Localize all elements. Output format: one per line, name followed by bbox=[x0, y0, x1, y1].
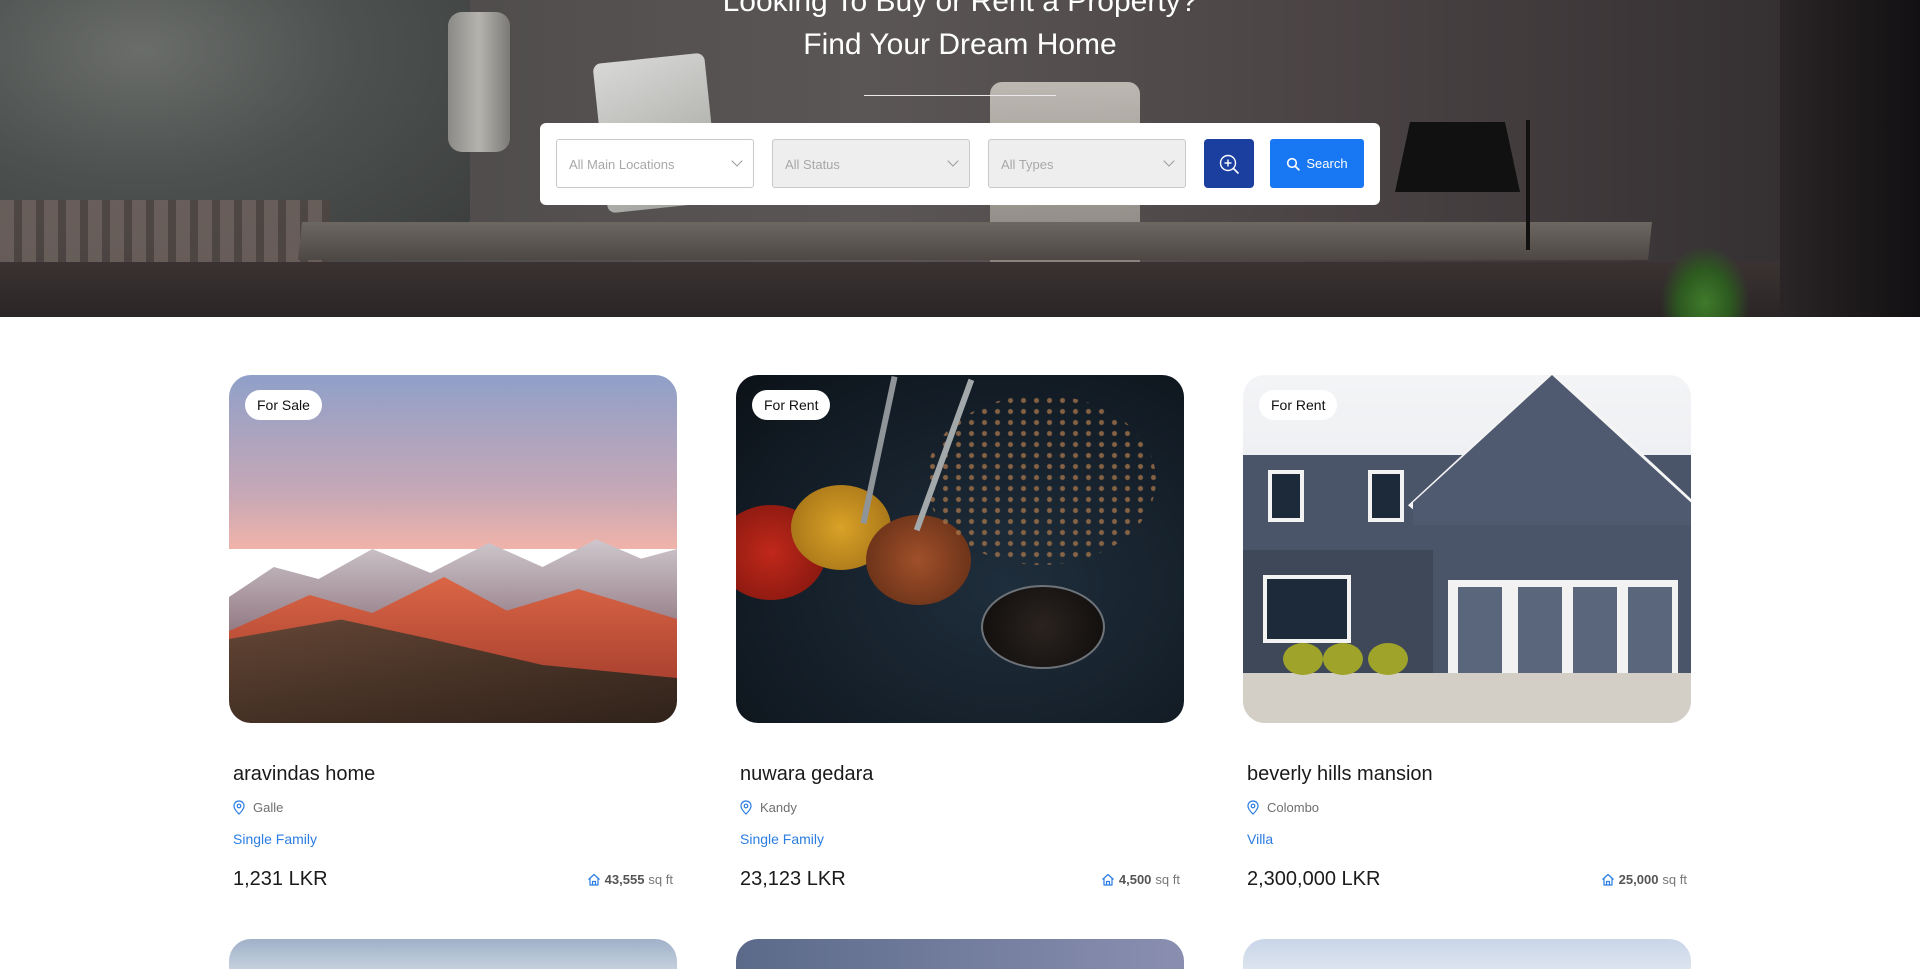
type-select[interactable]: All Types bbox=[988, 139, 1186, 188]
listing-card[interactable]: For Sale aravindas home Galle Single Fam… bbox=[229, 375, 677, 890]
hero-title-line1: Looking To Buy or Rent a Property? bbox=[722, 0, 1198, 18]
type-select-placeholder: All Types bbox=[1001, 157, 1054, 172]
listing-type-link[interactable]: Villa bbox=[1247, 831, 1273, 847]
listing-photo-peek bbox=[229, 939, 677, 969]
location-select-placeholder: All Main Locations bbox=[569, 157, 675, 172]
listing-photo-peek bbox=[736, 939, 1184, 969]
listing-price: 2,300,000 LKR bbox=[1247, 868, 1381, 890]
listing-image-house bbox=[1243, 375, 1691, 723]
listing-type-link[interactable]: Single Family bbox=[233, 831, 317, 847]
listing-image-mountains bbox=[229, 375, 677, 723]
chevron-down-icon bbox=[1163, 155, 1175, 167]
listing-location-text: Colombo bbox=[1267, 800, 1320, 815]
hero-background-lamp-pole bbox=[1526, 120, 1530, 250]
listing-location: Kandy bbox=[740, 800, 797, 815]
home-icon bbox=[1601, 873, 1614, 886]
listing-title[interactable]: aravindas home bbox=[233, 763, 375, 786]
hero-divider bbox=[864, 95, 1056, 96]
listing-area-value: 43,555 bbox=[604, 872, 645, 887]
listing-card[interactable]: For Rent beverly hills mansion Colombo V… bbox=[1243, 375, 1691, 890]
location-select[interactable]: All Main Locations bbox=[556, 139, 754, 188]
home-icon bbox=[1101, 873, 1114, 886]
status-badge: For Sale bbox=[245, 390, 322, 420]
listing-photo[interactable]: For Rent bbox=[1243, 375, 1691, 723]
search-panel: All Main Locations All Status All Types bbox=[540, 123, 1380, 205]
listing-area-value: 4,500 bbox=[1118, 872, 1152, 887]
listing-area: 4,500 sq ft bbox=[1101, 872, 1180, 887]
zoom-in-icon bbox=[1219, 154, 1239, 174]
listing-area-unit: sq ft bbox=[1662, 872, 1687, 887]
status-select-placeholder: All Status bbox=[785, 157, 840, 172]
hero-background-lamp bbox=[1395, 122, 1520, 192]
listing-photo[interactable]: For Sale bbox=[229, 375, 677, 723]
hero-background-floor bbox=[0, 262, 1920, 317]
listing-location-text: Galle bbox=[253, 800, 284, 815]
listing-price: 23,123 LKR bbox=[740, 868, 846, 890]
listing-location: Galle bbox=[233, 800, 283, 815]
listing-title[interactable]: nuwara gedara bbox=[740, 763, 873, 786]
listing-location: Colombo bbox=[1247, 800, 1319, 815]
hero-background-desk bbox=[298, 222, 1652, 260]
hero-title-line2: Find Your Dream Home bbox=[803, 28, 1117, 61]
search-button-label: Search bbox=[1306, 156, 1348, 171]
listing-area-unit: sq ft bbox=[648, 872, 673, 887]
listing-photo[interactable]: For Rent bbox=[736, 375, 1184, 723]
listing-card[interactable]: For Rent nuwara gedara Kandy Single Fami… bbox=[736, 375, 1184, 890]
listing-location-text: Kandy bbox=[760, 800, 797, 815]
status-select[interactable]: All Status bbox=[772, 139, 970, 188]
listing-price: 1,231 LKR bbox=[233, 868, 328, 890]
listing-photo-peek bbox=[1243, 939, 1691, 969]
listing-area: 25,000 sq ft bbox=[1601, 872, 1687, 887]
map-pin-icon bbox=[1247, 800, 1259, 815]
listing-area-unit: sq ft bbox=[1155, 872, 1180, 887]
map-pin-icon bbox=[740, 800, 752, 815]
search-icon bbox=[1287, 157, 1301, 171]
hero-banner: Looking To Buy or Rent a Property? Find … bbox=[0, 0, 1920, 317]
hero-background-plant bbox=[1660, 245, 1750, 317]
advanced-search-button[interactable] bbox=[1204, 139, 1254, 188]
search-button[interactable]: Search bbox=[1270, 139, 1364, 188]
listing-image-spices bbox=[736, 375, 1184, 723]
listing-title[interactable]: beverly hills mansion bbox=[1247, 763, 1433, 786]
chevron-down-icon bbox=[947, 155, 959, 167]
chevron-down-icon bbox=[731, 155, 743, 167]
map-pin-icon bbox=[233, 800, 245, 815]
listing-type-link[interactable]: Single Family bbox=[740, 831, 824, 847]
status-badge: For Rent bbox=[1259, 390, 1338, 420]
home-icon bbox=[587, 873, 600, 886]
listing-area: 43,555 sq ft bbox=[587, 872, 673, 887]
listing-area-value: 25,000 bbox=[1618, 872, 1659, 887]
status-badge: For Rent bbox=[752, 390, 831, 420]
